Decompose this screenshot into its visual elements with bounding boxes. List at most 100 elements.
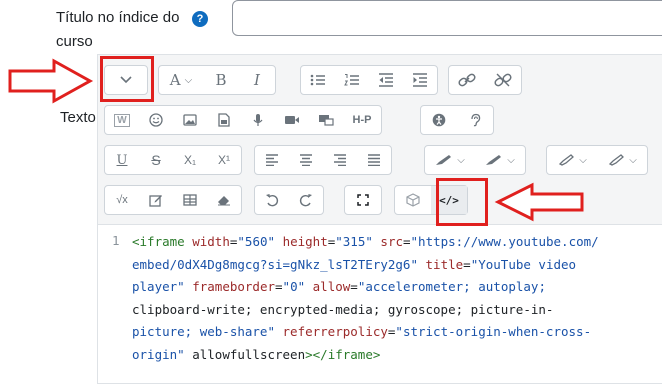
html-source-button[interactable]: </> <box>431 186 467 214</box>
outdent-button[interactable] <box>369 66 403 94</box>
accessibility-icon <box>432 113 446 127</box>
chevron-down-icon: ⌵ <box>184 74 193 86</box>
screen-reader-button[interactable] <box>457 106 493 134</box>
font-size-button[interactable]: A ⌵ <box>159 66 203 94</box>
fullscreen-button[interactable] <box>345 186 381 214</box>
ear-icon <box>471 113 481 127</box>
unlink-button[interactable] <box>485 66 521 94</box>
sqrt-icon: √x <box>116 194 128 206</box>
outdent-icon <box>379 73 393 87</box>
undo-icon <box>266 194 279 207</box>
numbered-list-button[interactable] <box>335 66 369 94</box>
arrow-right-icon <box>8 58 94 104</box>
bullet-list-icon <box>310 74 325 86</box>
record-video-button[interactable] <box>275 106 309 134</box>
numbered-list-icon <box>344 74 359 86</box>
edit-icon <box>149 195 162 207</box>
toolbar-group-collapse <box>104 65 148 95</box>
equation-button[interactable]: √x <box>105 186 139 214</box>
bullet-list-button[interactable] <box>301 66 335 94</box>
strikethrough-button[interactable]: S <box>139 146 173 174</box>
undo-button[interactable] <box>255 186 289 214</box>
toolbar-group-format: A ⌵ B I <box>158 65 276 95</box>
editor-toolbar: A ⌵ B I W H-P U S X₁ X¹ ⌵ ⌵ ⌵ ⌵ √x </> <box>98 55 662 225</box>
pen-icon <box>486 155 502 165</box>
chevron-down-icon: ⌵ <box>629 154 637 166</box>
subscript-button[interactable]: X₁ <box>173 146 207 174</box>
html-editor: A ⌵ B I W H-P U S X₁ X¹ ⌵ ⌵ ⌵ ⌵ √x </> 1… <box>97 54 662 384</box>
marker-icon <box>609 154 625 166</box>
emoji-button[interactable] <box>139 106 173 134</box>
collapse-toolbar-button[interactable] <box>105 66 147 94</box>
fullscreen-icon <box>357 194 369 206</box>
chevron-down-icon: ⌵ <box>457 154 465 166</box>
chevron-down-icon: ⌵ <box>507 154 515 166</box>
unlink-icon <box>494 73 512 87</box>
word-paste-button[interactable]: W <box>105 106 139 134</box>
align-right-icon <box>334 154 346 166</box>
accessibility-checker-button[interactable] <box>421 106 457 134</box>
chevron-down-icon <box>120 76 132 84</box>
toolbar-group-lists <box>300 65 438 95</box>
highlight-color-2-button[interactable]: ⌵ <box>597 146 647 174</box>
marker-icon <box>559 154 575 166</box>
bold-button[interactable]: B <box>203 66 239 94</box>
h5p-icon: H-P <box>352 114 372 126</box>
text-field-label: Texto <box>60 109 96 126</box>
toolbar-group-highlight: ⌵ ⌵ <box>546 145 648 175</box>
align-center-icon <box>300 154 312 166</box>
question-circle-icon[interactable]: ? <box>192 11 208 27</box>
highlight-color-button[interactable]: ⌵ <box>547 146 597 174</box>
background-color-button[interactable]: ⌵ <box>475 146 525 174</box>
text-size-icon: A <box>169 71 181 89</box>
html-source-code[interactable]: <iframe width="560" height="315" src="ht… <box>132 231 662 366</box>
toolbar-group-text-style: U S X₁ X¹ <box>104 145 242 175</box>
record-audio-button[interactable] <box>241 106 275 134</box>
redo-icon <box>299 194 312 207</box>
underline-icon: U <box>116 152 128 168</box>
microphone-icon <box>253 114 263 126</box>
toolbar-group-align <box>254 145 392 175</box>
cube-icon <box>406 193 420 207</box>
align-center-button[interactable] <box>289 146 323 174</box>
toolbar-group-colors: ⌵ ⌵ <box>424 145 526 175</box>
code-editor[interactable]: 1 <iframe width="560" height="315" src="… <box>98 227 662 377</box>
justify-button[interactable] <box>357 146 391 174</box>
redo-button[interactable] <box>289 186 323 214</box>
font-color-button[interactable]: ⌵ <box>425 146 475 174</box>
link-button[interactable] <box>449 66 485 94</box>
strikethrough-icon: S <box>151 152 161 168</box>
superscript-button[interactable]: X¹ <box>207 146 241 174</box>
toolbar-group-accessibility <box>420 105 494 135</box>
line-number: 1 <box>112 233 120 248</box>
word-icon: W <box>114 113 130 127</box>
clear-formatting-button[interactable] <box>207 186 241 214</box>
image-button[interactable] <box>173 106 207 134</box>
video-icon <box>285 116 299 124</box>
manage-files-button[interactable] <box>395 186 431 214</box>
emoji-icon <box>149 113 163 127</box>
align-left-button[interactable] <box>255 146 289 174</box>
align-left-icon <box>266 154 278 166</box>
toolbar-group-fullscreen <box>344 185 382 215</box>
indent-button[interactable] <box>403 66 437 94</box>
eraser-icon <box>218 196 230 206</box>
file-icon <box>218 113 230 127</box>
italic-button[interactable]: I <box>239 66 275 94</box>
screen-icon <box>319 115 334 126</box>
code-icon: </> <box>439 193 459 207</box>
underline-button[interactable]: U <box>105 146 139 174</box>
toolbar-group-insert: W H-P <box>104 105 382 135</box>
h5p-button[interactable]: H-P <box>343 106 381 134</box>
table-button[interactable] <box>173 186 207 214</box>
toolbar-group-tools: √x <box>104 185 242 215</box>
screen-button[interactable] <box>309 106 343 134</box>
align-right-button[interactable] <box>323 146 357 174</box>
media-button[interactable] <box>207 106 241 134</box>
edit-button[interactable] <box>139 186 173 214</box>
toolbar-group-history <box>254 185 324 215</box>
title-input[interactable] <box>232 0 662 36</box>
superscript-icon: X¹ <box>218 153 230 167</box>
toolbar-group-links <box>448 65 522 95</box>
indent-icon <box>413 73 427 87</box>
